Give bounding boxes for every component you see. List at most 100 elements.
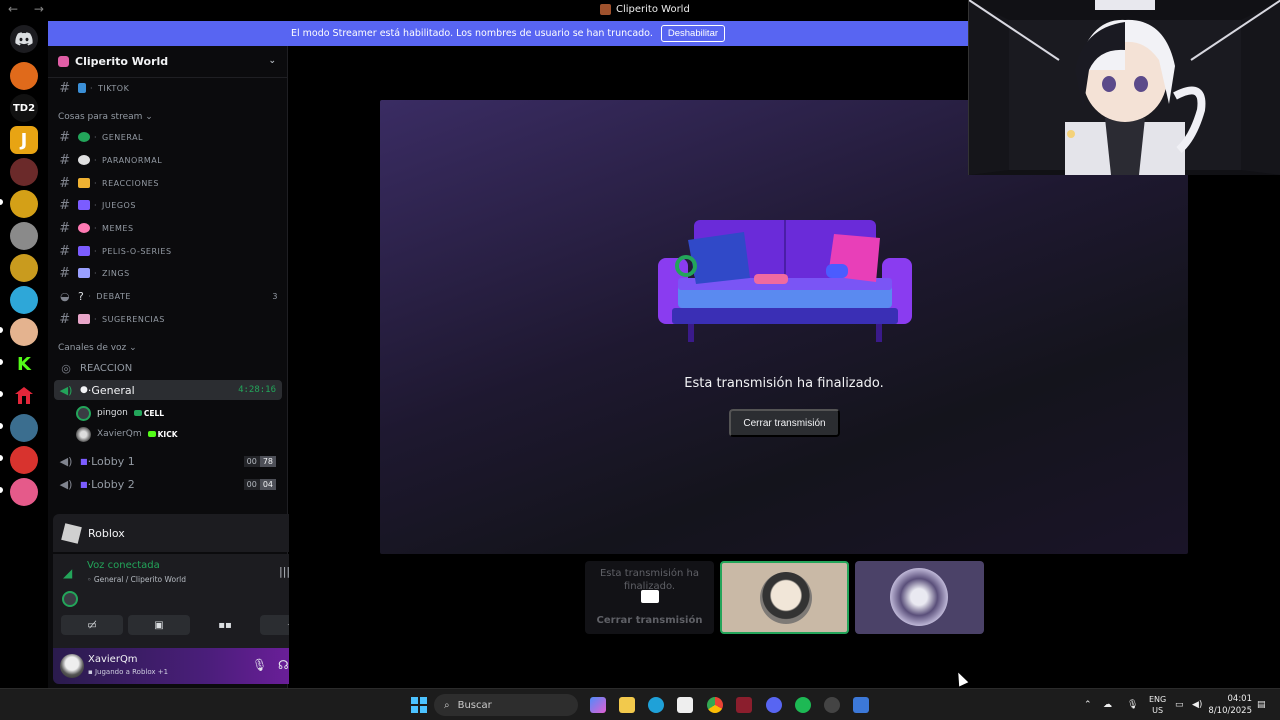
gamepad-icon: ■ xyxy=(80,479,88,489)
hash-icon: # xyxy=(59,265,71,281)
app-icon[interactable] xyxy=(824,697,840,713)
roblox-icon xyxy=(61,522,82,544)
server-icon[interactable] xyxy=(10,318,38,346)
unread-pip xyxy=(0,327,3,333)
tile-close-stream[interactable]: Cerrar transmisión xyxy=(585,615,714,626)
avatar[interactable] xyxy=(60,654,84,678)
headphones-icon[interactable]: ☊ xyxy=(278,658,289,672)
activities-button[interactable]: ▪▪ xyxy=(194,615,256,635)
network-icon[interactable]: ▭ xyxy=(1175,689,1184,720)
onedrive-icon[interactable]: ☁ xyxy=(1103,689,1112,720)
server-j[interactable]: J xyxy=(10,126,38,154)
microphone-icon[interactable]: 🎙︎ xyxy=(1127,689,1138,720)
participant-tile-xavierqm[interactable] xyxy=(855,561,984,634)
gamepad-icon: ■ xyxy=(80,456,88,466)
user-activity: ▪ Jugando a Roblox +1 xyxy=(88,668,169,676)
avatar xyxy=(62,591,78,607)
channel-zings[interactable]: # · ZINGS xyxy=(54,262,282,284)
disable-streamer-button[interactable]: Deshabilitar xyxy=(660,25,726,42)
close-stream-button[interactable]: Cerrar transmisión xyxy=(729,409,840,437)
nav-arrows[interactable]: ← → xyxy=(8,2,50,16)
skull-icon xyxy=(78,155,90,165)
voice-channel-reaccion[interactable]: ◎ REACCION xyxy=(54,358,282,378)
participant-tile-pingon[interactable] xyxy=(720,561,849,634)
microphone-icon[interactable]: 🎙︎ xyxy=(252,658,267,672)
banner-message: El modo Streamer está habilitado. Los no… xyxy=(290,28,653,39)
server-icon[interactable] xyxy=(10,222,38,250)
channel-tiktok[interactable]: # · TIKTOK xyxy=(54,77,282,99)
unread-pip xyxy=(0,391,3,397)
member-tag: CELL xyxy=(133,409,164,418)
server-icon[interactable] xyxy=(10,446,38,474)
discord-home-icon[interactable] xyxy=(10,25,38,53)
channel-reacciones[interactable]: # · REACCIONES xyxy=(54,172,282,194)
channel-paranormal[interactable]: # · PARANORMAL xyxy=(54,149,282,171)
volume-icon[interactable]: ◀) xyxy=(1192,689,1202,720)
server-icon[interactable] xyxy=(10,286,38,314)
copilot-icon[interactable] xyxy=(590,697,606,713)
hash-icon: # xyxy=(59,220,71,236)
voice-location[interactable]: ◦ General / Cliperito World xyxy=(87,575,186,584)
stream-tile[interactable]: Esta transmisión ha finalizado. Cerrar t… xyxy=(585,561,714,634)
emoji-icon xyxy=(78,132,90,142)
screen-share-button[interactable]: ▣ xyxy=(128,615,190,635)
file-explorer-icon[interactable] xyxy=(619,697,635,713)
server-icon[interactable] xyxy=(10,254,38,282)
voice-channel-lobby-2[interactable]: ◀) ■ · Lobby 2 00 04 xyxy=(54,474,282,494)
server-icon[interactable] xyxy=(10,478,38,506)
app-icon[interactable] xyxy=(736,697,752,713)
tray-overflow-icon[interactable]: ⌃ xyxy=(1084,689,1092,720)
search-icon: ⌕ xyxy=(444,699,450,711)
app-icon[interactable] xyxy=(853,697,869,713)
taskbar-search[interactable]: ⌕ Buscar xyxy=(434,694,578,716)
hash-icon: # xyxy=(59,175,71,191)
spotify-icon[interactable] xyxy=(795,697,811,713)
emoji-icon xyxy=(78,268,90,278)
guild-header[interactable]: Cliperito World ⌄ xyxy=(48,46,288,78)
hash-icon: # xyxy=(59,80,71,96)
guild-name: Cliperito World xyxy=(75,55,169,68)
language-indicator[interactable]: ENG US xyxy=(1149,694,1166,716)
unread-pip xyxy=(0,423,3,429)
chrome-icon[interactable] xyxy=(707,697,723,713)
emoji-icon xyxy=(78,223,90,233)
channel-sugerencias[interactable]: # · SUGERENCIAS xyxy=(54,308,282,330)
server-icon[interactable] xyxy=(10,190,38,218)
server-k[interactable]: K xyxy=(10,350,38,378)
guild-icon xyxy=(600,4,611,15)
discord-icon[interactable] xyxy=(766,697,782,713)
channel-sidebar: Cliperito World ⌄ # · TIKTOK Cosas para … xyxy=(48,46,331,688)
category-stream[interactable]: Cosas para stream ⌄ xyxy=(58,112,153,122)
taskbar-clock[interactable]: 04:01 8/10/2025 xyxy=(1208,693,1252,717)
channel-pelis-o-series[interactable]: # · PELIS-O-SERIES xyxy=(54,240,282,262)
voice-status[interactable]: Voz conectada xyxy=(87,560,160,571)
server-icon[interactable] xyxy=(10,414,38,442)
channel-juegos[interactable]: # · JUEGOS xyxy=(54,194,282,216)
server-icon[interactable] xyxy=(10,158,38,186)
server-td2[interactable]: TD2 xyxy=(10,94,38,122)
server-icon[interactable] xyxy=(10,382,38,410)
speaker-icon: ◀) xyxy=(59,454,73,468)
channel-debate[interactable]: ◒ ? · DEBATE 3 xyxy=(54,285,282,307)
voice-member[interactable]: XavierQm KICK xyxy=(76,425,178,443)
edge-icon[interactable] xyxy=(648,697,664,713)
thread-count: 3 xyxy=(272,291,278,301)
voice-channel-lobby-1[interactable]: ◀) ■ · Lobby 1 00 78 xyxy=(54,451,282,471)
camera-off-button[interactable]: ▭̸ xyxy=(61,615,123,635)
server-icon[interactable] xyxy=(10,62,38,90)
taskbar: ⌕ Buscar ⌃ ☁ 🎙︎ ENG US ▭ ◀) 04:01 8/10/2… xyxy=(0,688,1280,720)
channel-general-text[interactable]: # · GENERAL xyxy=(54,126,282,148)
unread-pip xyxy=(0,199,3,205)
voice-channel-general[interactable]: ◀) ● · General 4:28:16 xyxy=(54,380,282,400)
channel-memes[interactable]: # · MEMES xyxy=(54,217,282,239)
windows-start-icon[interactable] xyxy=(411,697,427,713)
store-icon[interactable] xyxy=(677,697,693,713)
mail-icon xyxy=(78,314,90,324)
username[interactable]: XavierQm xyxy=(88,654,138,665)
voice-member[interactable]: pingon CELL xyxy=(76,404,164,422)
server-rail: TD2 J K xyxy=(0,21,48,688)
stage-icon: ◎ xyxy=(61,361,71,375)
notification-icon[interactable]: ▤ xyxy=(1257,689,1266,720)
category-voice[interactable]: Canales de voz ⌄ xyxy=(58,343,137,353)
speaker-icon: ◀) xyxy=(59,477,73,491)
